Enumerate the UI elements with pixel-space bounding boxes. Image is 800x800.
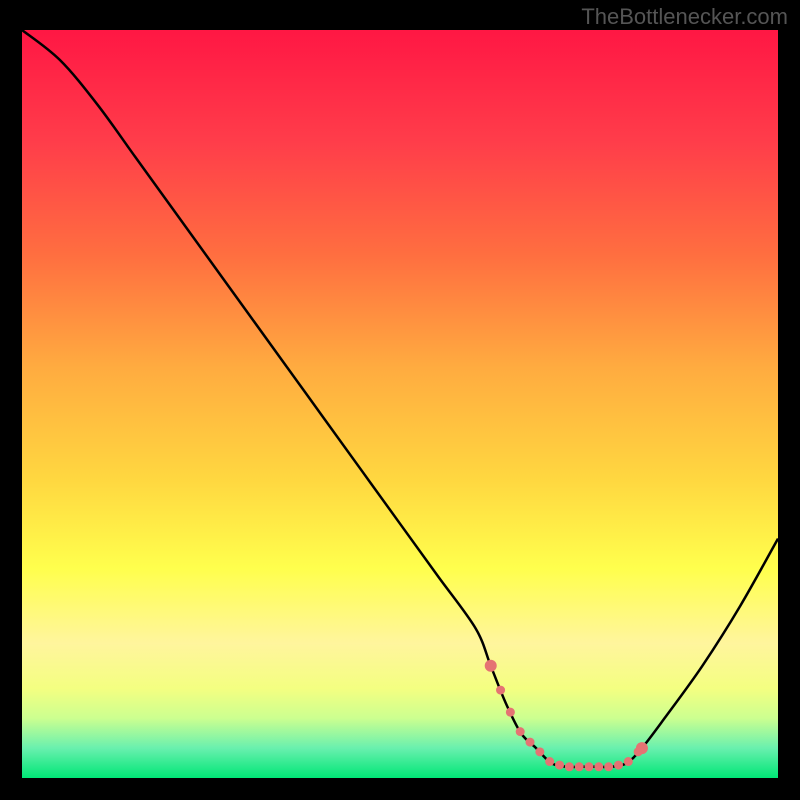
marker-dot <box>604 762 613 771</box>
marker-dot <box>535 747 544 756</box>
curve-overlay <box>22 30 778 778</box>
watermark-text: TheBottlenecker.com <box>581 4 788 30</box>
marker-dot <box>506 708 515 717</box>
marker-dot <box>624 757 633 766</box>
marker-dot <box>545 757 554 766</box>
marker-dot <box>594 762 603 771</box>
marker-endcap <box>636 742 648 754</box>
marker-dot <box>496 686 505 695</box>
optimal-zone-markers <box>485 660 648 771</box>
marker-endcap <box>485 660 497 672</box>
chart-container <box>22 30 778 778</box>
marker-dot <box>614 761 623 770</box>
marker-dot <box>555 761 564 770</box>
marker-dot <box>516 727 525 736</box>
marker-dot <box>585 762 594 771</box>
marker-dot <box>526 738 535 747</box>
marker-dot <box>575 762 584 771</box>
marker-dot <box>565 762 574 771</box>
bottleneck-curve <box>22 30 778 767</box>
